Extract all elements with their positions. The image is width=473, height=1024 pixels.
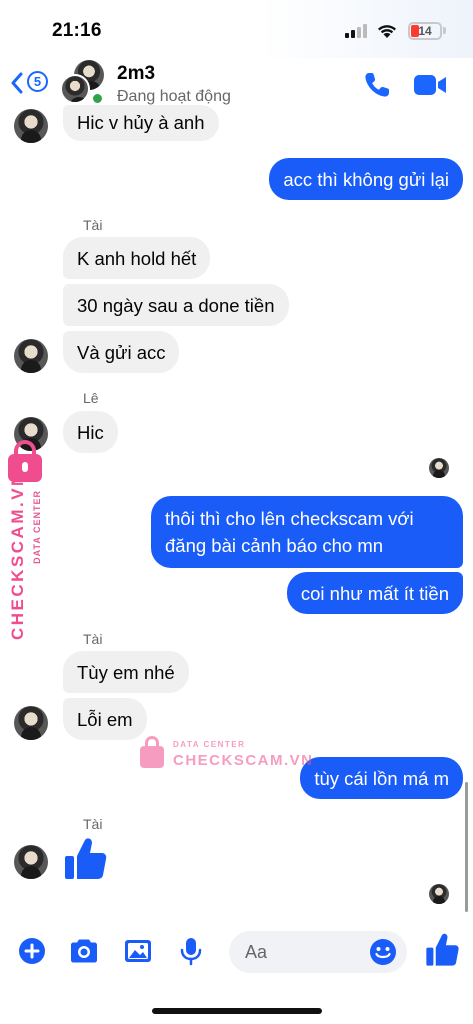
message-bubble-multiline[interactable]: thôi thì cho lên checkscam với đăng bài …: [151, 496, 463, 568]
seen-receipt-avatar: [429, 884, 449, 904]
phone-call-icon[interactable]: [362, 70, 392, 100]
message-input[interactable]: [245, 931, 365, 973]
camera-icon[interactable]: [68, 935, 100, 967]
watermark-subtext: DATA CENTER: [173, 740, 246, 749]
message-line: đăng bài cảnh báo cho mn: [165, 535, 384, 556]
active-status: Đang hoạt động: [117, 88, 231, 105]
microphone-icon[interactable]: [175, 935, 207, 967]
emoji-icon[interactable]: [369, 938, 397, 966]
message-bubble[interactable]: K anh hold hết: [63, 237, 211, 279]
checkscam-watermark-side: CHECKSCAM.VN DATA CENTER: [4, 440, 48, 640]
group-avatar[interactable]: [60, 60, 104, 106]
battery-icon: 14: [408, 22, 442, 40]
watermark-text: CHECKSCAM.VN: [173, 752, 314, 769]
message-bubble[interactable]: Lỗi em: [63, 698, 147, 740]
watermark-subtext: DATA CENTER: [32, 490, 42, 564]
plus-circle-icon[interactable]: [16, 935, 48, 967]
message-input-container[interactable]: [229, 931, 407, 973]
sender-name: Tài: [83, 631, 103, 647]
sender-name: Lê: [83, 390, 99, 406]
message-line: thôi thì cho lên checkscam với: [165, 508, 414, 529]
watermark-text: CHECKSCAM.VN: [8, 471, 27, 640]
scrollbar[interactable]: [465, 782, 468, 912]
home-indicator: [152, 1008, 322, 1014]
cellular-signal-icon: [345, 24, 367, 38]
video-call-icon[interactable]: [412, 70, 448, 100]
message-bubble[interactable]: Tùy em nhé: [63, 651, 189, 693]
chat-header: 5 2m3 Đang hoạt động: [0, 58, 473, 110]
checkscam-watermark-center: DATA CENTER CHECKSCAM.VN: [140, 736, 312, 772]
message-bubble[interactable]: Hic: [63, 411, 118, 453]
avatar[interactable]: [14, 845, 48, 879]
chevron-left-icon: [11, 72, 23, 94]
contact-name[interactable]: 2m3: [117, 63, 155, 85]
status-bar: 21:16 14: [0, 0, 473, 58]
sender-name: Tài: [83, 816, 103, 832]
seen-receipt-avatar: [429, 458, 449, 478]
message-bubble[interactable]: Hic v hủy à anh: [63, 105, 219, 141]
battery-level: 14: [418, 24, 432, 38]
avatar[interactable]: [14, 706, 48, 740]
back-button[interactable]: 5: [10, 70, 54, 96]
sender-name: Tài: [83, 217, 103, 233]
avatar[interactable]: [14, 109, 48, 143]
send-like-button[interactable]: [424, 932, 460, 968]
unread-count-badge: 5: [27, 71, 48, 92]
thumbs-up-icon[interactable]: [62, 836, 108, 882]
status-time: 21:16: [52, 20, 102, 41]
message-bubble[interactable]: Và gửi acc: [63, 331, 180, 373]
photo-gallery-icon[interactable]: [122, 935, 154, 967]
message-bubble[interactable]: acc thì không gửi lại: [269, 158, 463, 200]
online-indicator: [91, 92, 104, 105]
message-bubble[interactable]: 30 ngày sau a done tiền: [63, 284, 289, 326]
message-bubble[interactable]: coi như mất ít tiền: [286, 572, 463, 614]
message-bubble[interactable]: tùy cái lồn má m: [300, 757, 463, 799]
avatar[interactable]: [14, 339, 48, 373]
message-composer: [0, 920, 473, 984]
wifi-icon: [378, 25, 396, 38]
